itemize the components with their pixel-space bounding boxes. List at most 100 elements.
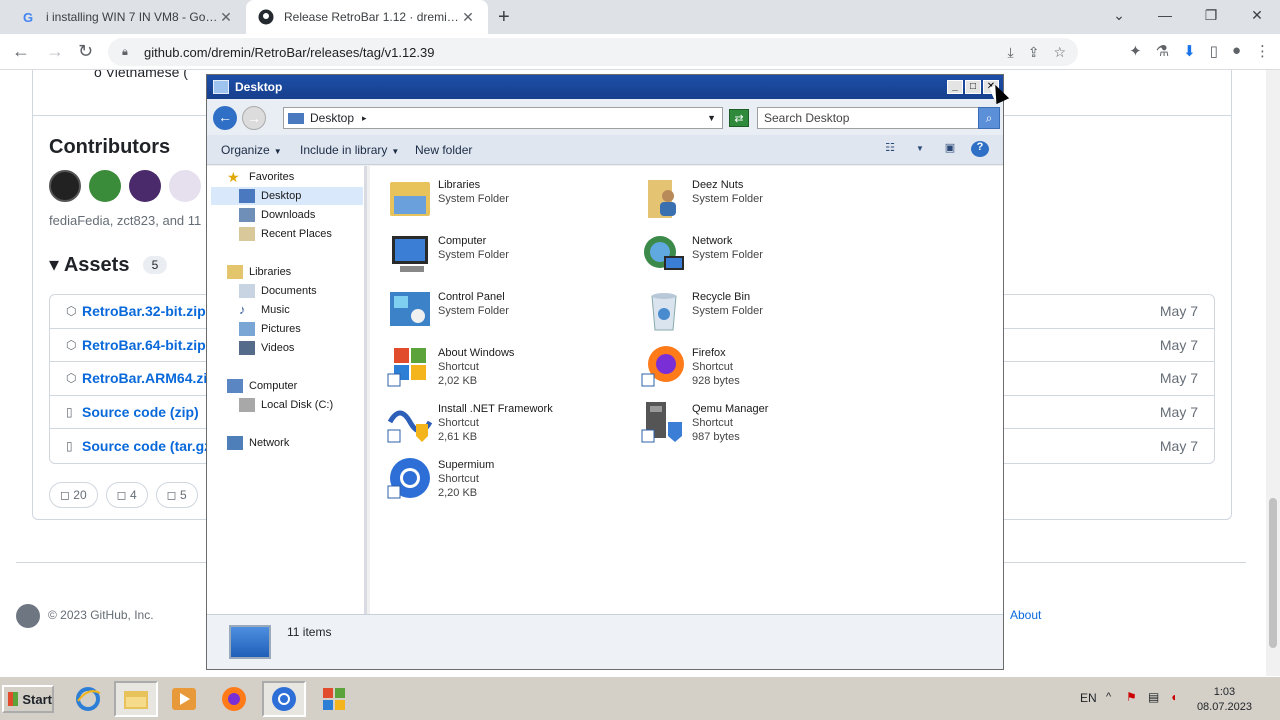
address-bar[interactable]: 🔒︎ github.com/dremin/RetroBar/releases/t…	[108, 38, 1078, 66]
minimize-button[interactable]: _	[947, 80, 963, 94]
search-input[interactable]: Search Desktop	[757, 107, 981, 129]
assets-heading[interactable]: ▾ Assets	[49, 252, 129, 277]
file-item-recycle-bin[interactable]: Recycle Bin System Folder	[640, 286, 880, 338]
avatar[interactable]	[49, 170, 81, 202]
chevron-down-icon[interactable]: ▼	[911, 141, 929, 157]
change-view-icon[interactable]: ☷	[881, 141, 899, 157]
taskbar-media-player[interactable]	[162, 681, 206, 717]
nav-libraries[interactable]: Libraries	[227, 263, 291, 281]
search-icon[interactable]: ⌕	[978, 107, 1000, 129]
taskbar-ie[interactable]	[66, 681, 110, 717]
minimize-icon[interactable]: —	[1142, 0, 1188, 34]
refresh-button[interactable]: ⇄	[729, 109, 749, 127]
forward-button[interactable]: →	[242, 106, 266, 130]
help-icon[interactable]: ?	[971, 141, 989, 157]
nav-downloads[interactable]: Downloads	[239, 206, 315, 224]
avatar[interactable]	[129, 170, 161, 202]
tab-google-search[interactable]: G i installing WIN 7 IN VM8 - Google S ✕	[8, 0, 246, 34]
asset-name[interactable]: Source code (tar.gz)	[82, 438, 216, 454]
taskbar-supermium[interactable]	[262, 681, 306, 717]
chevron-up-icon[interactable]: ^	[1106, 691, 1111, 703]
menu-icon[interactable]: ⋮	[1255, 42, 1270, 60]
nav-recent-places[interactable]: Recent Places	[239, 225, 332, 243]
new-folder-button[interactable]: New folder	[415, 143, 472, 157]
asset-name[interactable]: RetroBar.32-bit.zip	[82, 303, 206, 319]
page-scrollbar[interactable]	[1266, 70, 1280, 676]
share-icon[interactable]: ⇪	[1028, 44, 1040, 61]
asset-date: May 7	[1159, 336, 1198, 353]
lab-icon[interactable]: ⚗	[1156, 42, 1169, 60]
explorer-address-row: ← → Desktop ▸ ▼ ⇄ Search Desktop ⌕	[207, 99, 1003, 135]
close-tab-icon[interactable]: ✕	[460, 9, 476, 26]
extensions-icon[interactable]: ✦	[1129, 42, 1142, 60]
explorer-address-bar[interactable]: Desktop ▸ ▼	[283, 107, 723, 129]
sidepanel-icon[interactable]: ▯	[1210, 42, 1218, 60]
avatar[interactable]	[169, 170, 201, 202]
back-icon[interactable]: ←	[12, 41, 30, 62]
install-icon[interactable]: ⤓	[1008, 44, 1014, 61]
asset-name[interactable]: RetroBar.ARM64.zip	[82, 370, 216, 386]
profile-icon[interactable]: ●	[1232, 42, 1241, 60]
close-tab-icon[interactable]: ✕	[218, 9, 234, 26]
explorer-titlebar[interactable]: Desktop _ □ ✕	[207, 75, 1003, 99]
taskbar-explorer[interactable]	[114, 681, 158, 717]
close-window-icon[interactable]: ✕	[1234, 0, 1280, 34]
file-item-computer[interactable]: Computer System Folder	[386, 230, 626, 282]
chevron-down-icon[interactable]: ⌄	[1096, 0, 1142, 34]
chevron-down-icon[interactable]: ▼	[707, 113, 716, 123]
file-item-supermium[interactable]: Supermium Shortcut 2,20 KB	[386, 454, 626, 506]
clock[interactable]: 1:03 08.07.2023	[1197, 685, 1252, 715]
action-center-icon[interactable]: ⚑	[1126, 690, 1137, 704]
network-tray-icon[interactable]: ▤	[1148, 690, 1159, 704]
nav-videos[interactable]: Videos	[239, 339, 294, 357]
file-list: Libraries System Folder Deez Nuts System F…	[370, 166, 1003, 614]
nav-computer[interactable]: Computer	[227, 377, 297, 395]
asset-name[interactable]: RetroBar.64-bit.zip	[82, 337, 206, 353]
reaction-button[interactable]: ◻ 20	[49, 482, 98, 508]
supermium-icon	[272, 687, 296, 711]
nav-network[interactable]: Network	[227, 434, 289, 452]
file-item-about-windows[interactable]: About Windows Shortcut 2,02 KB	[386, 342, 626, 394]
file-item-install-net-framework[interactable]: Install .NET Framework Shortcut 2,61 KB	[386, 398, 626, 450]
reaction-button[interactable]: ◻ 5	[155, 482, 198, 508]
file-item-qemu-manager[interactable]: Qemu Manager Shortcut 987 bytes	[640, 398, 880, 450]
taskbar-firefox[interactable]	[212, 681, 256, 717]
language-indicator[interactable]: EN	[1080, 691, 1097, 705]
nav-local-disk[interactable]: Local Disk (C:)	[239, 396, 333, 414]
volume-icon[interactable]: ◖	[1170, 690, 1177, 704]
file-item-network[interactable]: Network System Folder	[640, 230, 880, 282]
file-item-libraries[interactable]: Libraries System Folder	[386, 174, 626, 226]
file-item-firefox[interactable]: Firefox Shortcut 928 bytes	[640, 342, 880, 394]
nav-music[interactable]: ♪ Music	[239, 301, 290, 319]
download-icon[interactable]: ⬇	[1183, 42, 1196, 60]
reload-icon[interactable]: ↻	[78, 41, 93, 62]
item-count: 11 items	[287, 625, 332, 639]
tab-retrobar-release[interactable]: Release RetroBar 1.12 · dremin/Ret ✕	[246, 0, 488, 34]
nav-desktop[interactable]: Desktop	[211, 187, 363, 205]
package-icon: ⬡	[66, 371, 77, 386]
organize-button[interactable]: Organize ▼	[221, 143, 282, 157]
nav-favorites[interactable]: ★ Favorites	[227, 168, 294, 186]
taskbar-windows[interactable]	[312, 681, 356, 717]
asset-name[interactable]: Source code (zip)	[82, 404, 199, 420]
back-button[interactable]: ←	[213, 106, 237, 130]
about-link[interactable]: About	[1010, 608, 1041, 622]
start-button[interactable]: Start	[2, 685, 54, 713]
maximize-button[interactable]: □	[965, 80, 981, 94]
file-item-control-panel[interactable]: Control Panel System Folder	[386, 286, 626, 338]
include-library-button[interactable]: Include in library ▼	[300, 143, 399, 157]
scroll-thumb[interactable]	[1269, 498, 1277, 648]
nav-pictures[interactable]: Pictures	[239, 320, 301, 338]
star-icon[interactable]: ☆	[1053, 44, 1066, 61]
preview-pane-icon[interactable]: ▣	[941, 141, 959, 157]
chevron-right-icon[interactable]: ▸	[362, 113, 367, 124]
nav-documents[interactable]: Documents	[239, 282, 317, 300]
forward-icon[interactable]: →	[46, 41, 64, 62]
avatar[interactable]	[89, 170, 121, 202]
restore-icon[interactable]: ❐	[1188, 0, 1234, 34]
control-panel-icon	[390, 292, 430, 326]
file-item-deez-nuts[interactable]: Deez Nuts System Folder	[640, 174, 880, 226]
new-tab-icon[interactable]: +	[498, 6, 510, 29]
github-logo-icon[interactable]	[16, 604, 40, 628]
reaction-button[interactable]: ◻ 4	[105, 482, 148, 508]
